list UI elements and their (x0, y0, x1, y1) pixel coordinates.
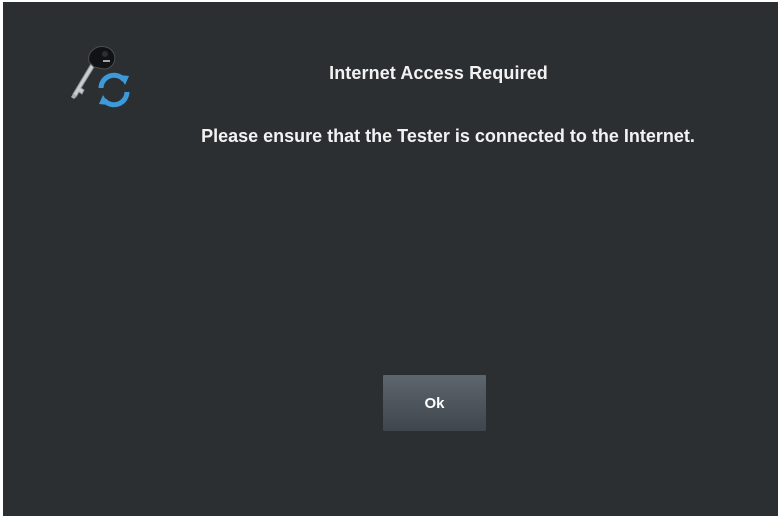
dialog-title: Internet Access Required (329, 63, 548, 83)
dialog-window: Internet Access Required Please ensure t… (3, 2, 778, 516)
ok-button[interactable]: Ok (383, 375, 486, 431)
dialog-message: Please ensure that the Tester is connect… (201, 126, 695, 146)
